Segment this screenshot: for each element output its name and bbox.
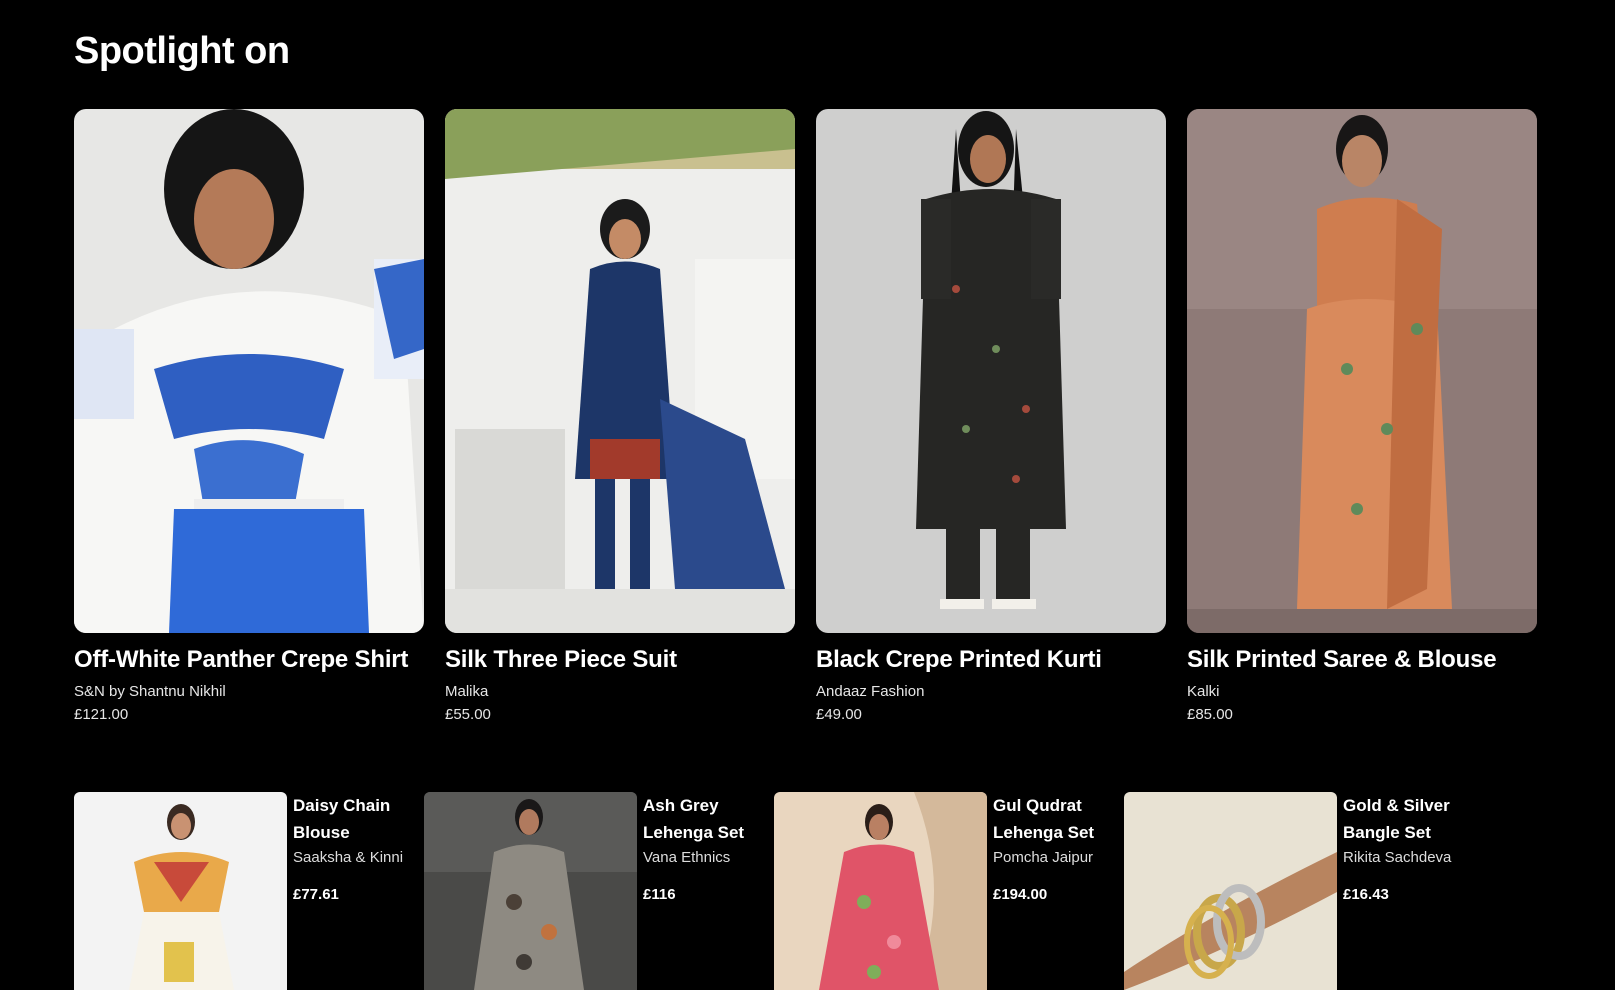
mini-product-card[interactable]: Gold & Silver Bangle Set Rikita Sachdeva… — [1124, 792, 1460, 990]
product-brand: Malika — [445, 683, 489, 700]
mini-product-info: Gold & Silver Bangle Set Rikita Sachdeva… — [1343, 792, 1460, 990]
product-price: £194.00 — [993, 886, 1048, 903]
mini-product-card[interactable]: Gul Qudrat Lehenga Set Pomcha Jaipur £19… — [774, 792, 1110, 990]
mini-product-info: Ash Grey Lehenga Set Vana Ethnics £116 — [643, 792, 760, 990]
product-brand: Andaaz Fashion — [816, 683, 925, 700]
product-card[interactable]: Silk Three Piece Suit Malika £55.00 — [445, 109, 795, 727]
product-brand: Saaksha & Kinni — [293, 849, 404, 866]
spotlight-grid: Off-White Panther Crepe Shirt S&N by Sha… — [74, 109, 1537, 727]
mini-product-card[interactable]: Ash Grey Lehenga Set Vana Ethnics £116 — [424, 792, 760, 990]
product-title[interactable]: Silk Printed Saree & Blouse — [1187, 641, 1537, 679]
product-price: £116 — [643, 886, 676, 903]
product-card[interactable]: Off-White Panther Crepe Shirt S&N by Sha… — [74, 109, 424, 727]
product-title[interactable]: Black Crepe Printed Kurti — [816, 641, 1166, 679]
product-price: £16.43 — [1343, 886, 1389, 903]
product-title[interactable]: Gul Qudrat Lehenga Set — [993, 792, 1110, 846]
product-image[interactable] — [74, 792, 287, 990]
product-title[interactable]: Daisy Chain Blouse — [293, 792, 410, 846]
section-title: Spotlight on — [74, 30, 290, 72]
product-image[interactable] — [816, 109, 1166, 633]
spotlight-page: Spotlight on Off-White Panther Crepe Shi… — [0, 0, 1615, 990]
product-brand: Kalki — [1187, 683, 1220, 700]
product-image[interactable] — [1124, 792, 1337, 990]
product-row: Daisy Chain Blouse Saaksha & Kinni £77.6… — [74, 792, 1460, 990]
product-brand: Vana Ethnics — [643, 849, 731, 866]
product-brand: Rikita Sachdeva — [1343, 849, 1452, 866]
product-price: £55.00 — [445, 706, 491, 723]
product-price: £85.00 — [1187, 706, 1233, 723]
product-brand: Pomcha Jaipur — [993, 849, 1094, 866]
mini-product-info: Daisy Chain Blouse Saaksha & Kinni £77.6… — [293, 792, 410, 990]
product-title[interactable]: Silk Three Piece Suit — [445, 641, 795, 679]
product-card[interactable]: Black Crepe Printed Kurti Andaaz Fashion… — [816, 109, 1166, 727]
product-price: £121.00 — [74, 706, 129, 723]
product-title[interactable]: Ash Grey Lehenga Set — [643, 792, 760, 846]
product-image[interactable] — [445, 109, 795, 633]
product-card[interactable]: Silk Printed Saree & Blouse Kalki £85.00 — [1187, 109, 1537, 727]
mini-product-card[interactable]: Daisy Chain Blouse Saaksha & Kinni £77.6… — [74, 792, 410, 990]
mini-product-info: Gul Qudrat Lehenga Set Pomcha Jaipur £19… — [993, 792, 1110, 990]
product-image[interactable] — [774, 792, 987, 990]
product-brand: S&N by Shantnu Nikhil — [74, 683, 226, 700]
product-title[interactable]: Off-White Panther Crepe Shirt — [74, 641, 424, 679]
product-price: £49.00 — [816, 706, 862, 723]
product-image[interactable] — [1187, 109, 1537, 633]
product-title[interactable]: Gold & Silver Bangle Set — [1343, 792, 1460, 846]
product-image[interactable] — [424, 792, 637, 990]
product-image[interactable] — [74, 109, 424, 633]
product-price: £77.61 — [293, 886, 339, 903]
